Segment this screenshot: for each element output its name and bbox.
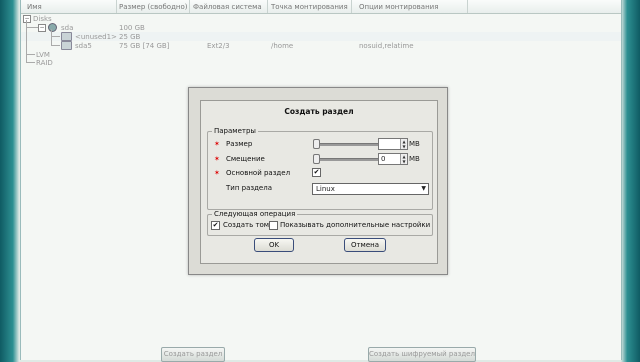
col-options[interactable]: Опции монтирования bbox=[359, 3, 438, 11]
dialog-frame: Создать раздел Параметры ✶ Размер ▲ ▼ MB … bbox=[188, 87, 448, 275]
params-group-title: Параметры bbox=[212, 127, 258, 135]
tree-label-sda: sda bbox=[61, 24, 74, 32]
offset-slider-handle[interactable] bbox=[313, 154, 320, 164]
create-volume-label: Создать том bbox=[223, 221, 270, 229]
offset-slider-track[interactable] bbox=[314, 158, 382, 161]
required-mark: ✶ bbox=[214, 155, 220, 163]
sda-size: 100 GB bbox=[119, 24, 145, 32]
size-unit: MB bbox=[409, 140, 420, 148]
tree-line bbox=[26, 54, 35, 55]
offset-value[interactable]: 0 bbox=[381, 155, 385, 163]
tree-line bbox=[51, 29, 52, 46]
col-size[interactable]: Размер (свободно) bbox=[119, 3, 188, 11]
tree-line bbox=[51, 36, 60, 37]
tree-label-disks: Disks bbox=[33, 15, 52, 23]
column-header: Имя Размер (свободно) Файловая система Т… bbox=[21, 0, 621, 14]
primary-checkbox[interactable]: ✔ bbox=[312, 168, 321, 177]
tree-line bbox=[26, 62, 35, 63]
collapse-icon[interactable]: − bbox=[38, 24, 46, 32]
required-mark: ✶ bbox=[214, 169, 220, 177]
required-mark: ✶ bbox=[214, 140, 220, 148]
size-slider-handle[interactable] bbox=[313, 139, 320, 149]
sda5-options: nosuid,relatime bbox=[359, 42, 414, 50]
size-slider-track[interactable] bbox=[314, 143, 382, 146]
tree-row-sda[interactable]: − sda 100 GB bbox=[21, 23, 621, 32]
tree-row-sda5[interactable]: sda5 75 GB [74 GB] Ext2/3 /home nosuid,r… bbox=[21, 41, 621, 50]
cancel-button[interactable]: Отмена bbox=[344, 238, 386, 252]
partition-icon bbox=[61, 32, 72, 41]
dialog-title: Создать раздел bbox=[284, 107, 354, 116]
disk-icon bbox=[48, 23, 57, 32]
tree-row-unused[interactable]: <unused1> 25 GB bbox=[21, 32, 621, 41]
offset-spinbox[interactable]: 0 ▲ ▼ bbox=[378, 153, 408, 165]
size-spinbox[interactable]: ▲ ▼ bbox=[378, 138, 408, 150]
chevron-down-icon[interactable]: ▼ bbox=[421, 185, 426, 192]
tree-line bbox=[51, 45, 60, 46]
type-label: Тип раздела bbox=[226, 184, 272, 192]
size-label: Размер bbox=[226, 140, 253, 148]
tree-label-sda5: sda5 bbox=[75, 42, 92, 50]
partition-type-value: Linux bbox=[316, 185, 335, 193]
unused-size: 25 GB bbox=[119, 33, 141, 41]
advanced-checkbox[interactable] bbox=[269, 221, 278, 230]
offset-label: Смещение bbox=[226, 155, 265, 163]
collapse-icon[interactable]: − bbox=[23, 15, 31, 23]
offset-unit: MB bbox=[409, 155, 420, 163]
tree-label-raid: RAID bbox=[36, 59, 53, 67]
partition-icon bbox=[61, 41, 72, 50]
offset-spin-arrows-icon[interactable]: ▲ ▼ bbox=[400, 154, 407, 164]
size-spin-arrows-icon[interactable]: ▲ ▼ bbox=[400, 139, 407, 149]
create-volume-checkbox[interactable]: ✔ bbox=[211, 221, 220, 230]
next-op-group: Следующая операция ✔ Создать том Показыв… bbox=[207, 210, 433, 236]
col-name[interactable]: Имя bbox=[27, 3, 42, 11]
advanced-label: Показывать дополнительные настройки bbox=[280, 221, 431, 229]
params-group: Параметры ✶ Размер ▲ ▼ MB ✶ Смещение 0 ▲ ▼… bbox=[207, 127, 433, 210]
next-op-group-title: Следующая операция bbox=[212, 210, 298, 218]
partition-type-select[interactable]: Linux ▼ bbox=[312, 183, 429, 195]
col-mount[interactable]: Точка монтирования bbox=[271, 3, 348, 11]
sda5-size: 75 GB [74 GB] bbox=[119, 42, 170, 50]
tree-row-raid[interactable]: RAID bbox=[21, 58, 621, 67]
tree-row-disks[interactable]: − Disks bbox=[21, 14, 621, 23]
sda5-fs: Ext2/3 bbox=[207, 42, 230, 50]
tree-line bbox=[26, 27, 38, 28]
primary-label: Основной раздел bbox=[226, 169, 291, 177]
col-fs[interactable]: Файловая система bbox=[193, 3, 262, 11]
ok-button[interactable]: OK bbox=[254, 238, 294, 252]
tree-label-unused: <unused1> bbox=[75, 33, 117, 41]
create-partition-dialog: Создать раздел Параметры ✶ Размер ▲ ▼ MB … bbox=[200, 100, 438, 264]
sda5-mount: /home bbox=[271, 42, 294, 50]
